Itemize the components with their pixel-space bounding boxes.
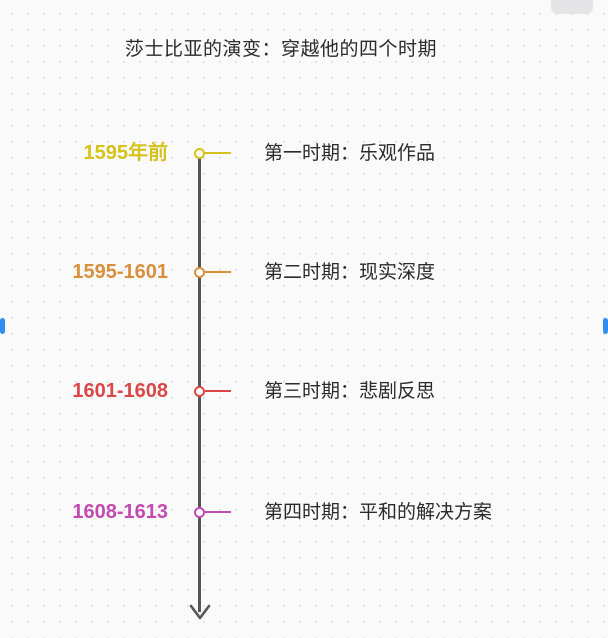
period-date: 1608-1613 [72, 501, 168, 523]
left-resize-handle[interactable] [0, 318, 5, 334]
period-connector [205, 390, 231, 392]
period-marker [194, 386, 205, 397]
right-resize-handle[interactable] [603, 318, 608, 334]
period-marker [194, 507, 205, 518]
period-marker [194, 267, 205, 278]
period-connector [205, 511, 231, 513]
canvas: 莎士比亚的演变：穿越他的四个时期 1595年前 第一时期：乐观作品 1595-1… [0, 0, 608, 638]
diagram-title: 莎士比亚的演变：穿越他的四个时期 [125, 38, 438, 60]
period-1: 1595年前 第一时期：乐观作品 [0, 138, 608, 168]
period-label: 第一时期：乐观作品 [264, 142, 436, 164]
period-date: 1595年前 [83, 142, 169, 164]
period-date: 1601-1608 [72, 380, 168, 402]
period-label: 第二时期：现实深度 [264, 261, 436, 283]
period-3: 1601-1608 第三时期：悲剧反思 [0, 376, 608, 406]
top-tab[interactable] [551, 0, 593, 14]
period-4: 1608-1613 第四时期：平和的解决方案 [0, 497, 608, 527]
period-connector [205, 271, 231, 273]
timeline-arrow-icon [189, 604, 211, 620]
period-label: 第三时期：悲剧反思 [264, 380, 436, 402]
period-marker [194, 148, 205, 159]
period-date: 1595-1601 [72, 261, 168, 283]
period-2: 1595-1601 第二时期：现实深度 [0, 257, 608, 287]
period-label: 第四时期：平和的解决方案 [264, 501, 493, 523]
period-connector [205, 152, 231, 154]
